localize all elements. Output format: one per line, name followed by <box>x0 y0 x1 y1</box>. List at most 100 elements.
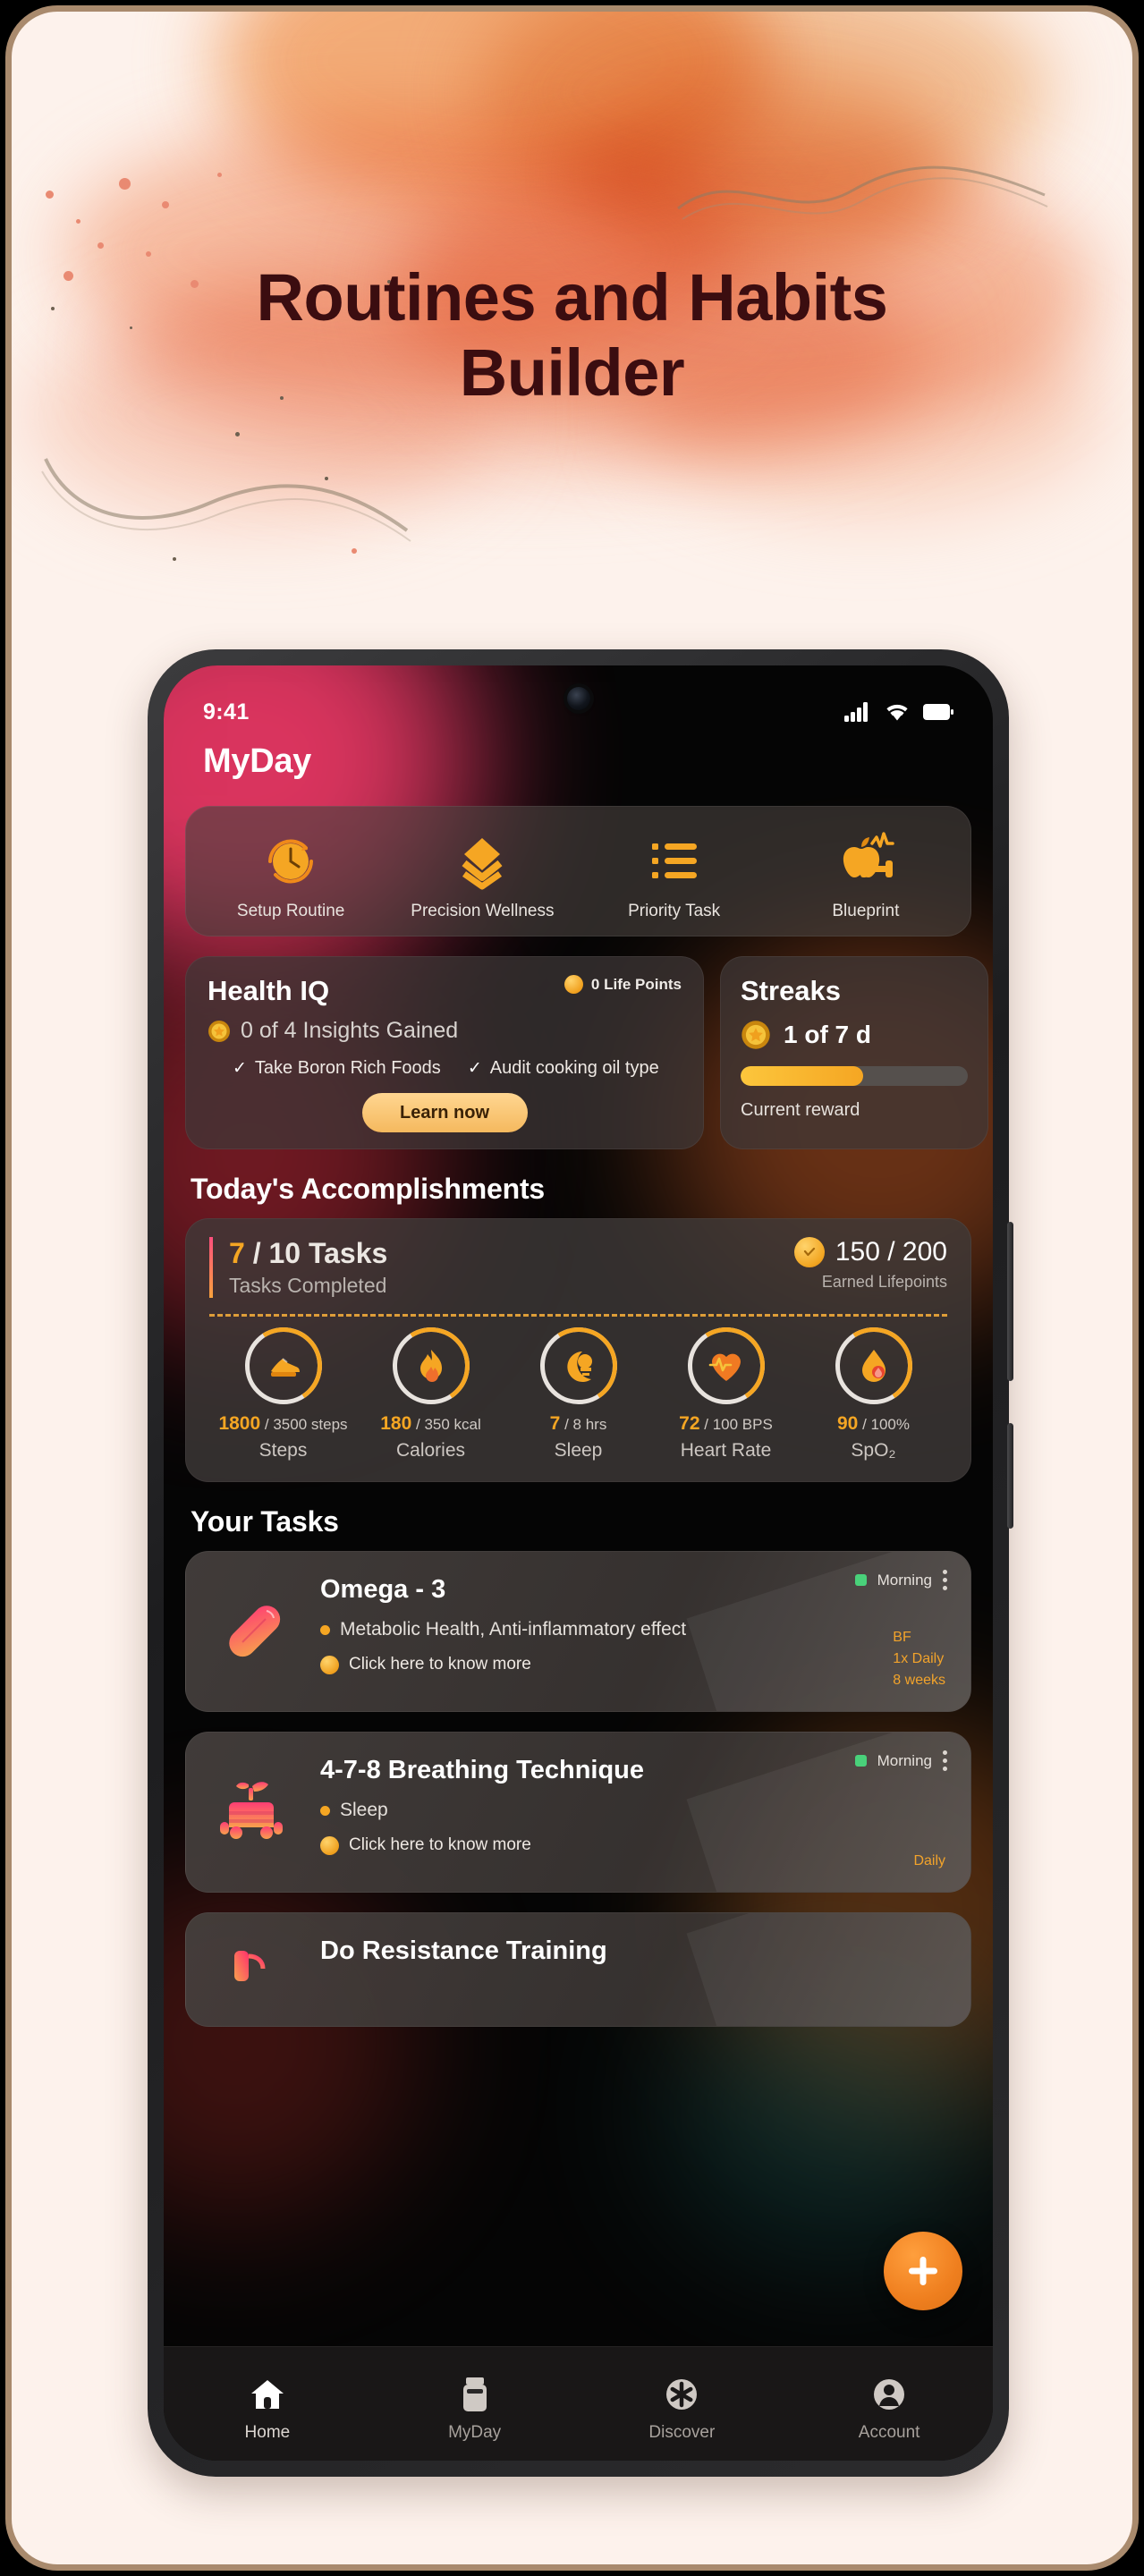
task-benefit-text: Sleep <box>340 1800 388 1820</box>
tasks-heading: Your Tasks <box>191 1505 339 1538</box>
check-icon: ✓ <box>233 1059 247 1078</box>
dumbbell-icon <box>208 1933 301 2004</box>
home-icon <box>164 2370 371 2419</box>
tasks-progress: 7 / 10 Tasks Tasks Completed <box>209 1237 388 1298</box>
poster-card: Routines and Habits Builder 9:41 MyDay S… <box>5 5 1139 2571</box>
streaks-count: 1 of 7 d <box>784 1021 872 1048</box>
poster-title: Routines and Habits Builder <box>12 260 1132 410</box>
metrics-row: 1800 / 3500 steps Steps 180 / 350 kcal C… <box>209 1327 947 1462</box>
asterisk-icon <box>579 2370 786 2419</box>
nav-item-home[interactable]: Home <box>164 2370 371 2443</box>
blood-drop-icon <box>835 1327 912 1404</box>
streaks-count-row: 1 of 7 d <box>741 1020 968 1050</box>
metric-value: 1800 <box>218 1413 261 1434</box>
task-card[interactable]: Morning <box>185 1551 971 1712</box>
task-time-tag: Morning <box>877 1571 932 1589</box>
insight-chips: ✓ Take Boron Rich Foods ✓ Audit cooking … <box>208 1058 682 1079</box>
quick-action-label: Priority Task <box>628 902 721 920</box>
metric-target: / 100 BPS <box>704 1416 773 1433</box>
metric-label: Steps <box>258 1440 308 1461</box>
nav-label: Discover <box>648 2423 716 2442</box>
task-name: Do Resistance Training <box>320 1936 607 1965</box>
insight-chip[interactable]: ✓ Audit cooking oil type <box>468 1058 659 1079</box>
metric-label: Calories <box>395 1440 466 1461</box>
metric-steps[interactable]: 1800 / 3500 steps Steps <box>209 1327 357 1462</box>
phone-power-button[interactable] <box>1007 1222 1013 1381</box>
lifepoint-coin-icon <box>320 1835 339 1855</box>
metric-spo2[interactable]: 90 / 100% SpO₂ <box>800 1327 947 1462</box>
flame-icon <box>392 1327 470 1404</box>
metric-sleep[interactable]: 7 / 8 hrs Sleep <box>504 1327 652 1462</box>
task-meta-line2: Daily <box>913 1853 945 1868</box>
status-dot-icon <box>854 1574 867 1586</box>
tasks-total-count: / 10 Tasks <box>252 1237 388 1269</box>
metric-label: Heart Rate <box>680 1440 772 1461</box>
add-task-fab[interactable] <box>884 2232 962 2310</box>
streaks-card[interactable]: Streaks 1 of 7 d Current reward <box>720 956 988 1149</box>
divider <box>209 1314 947 1317</box>
front-camera-icon <box>566 687 590 710</box>
quick-action-blueprint[interactable]: Blueprint <box>770 826 962 921</box>
task-schedule-meta: Daily <box>913 1851 945 1872</box>
task-more-link[interactable]: Click here to know more <box>320 1655 949 1674</box>
nav-item-discover[interactable]: Discover <box>579 2370 786 2443</box>
streaks-title: Streaks <box>741 975 842 1006</box>
task-benefit: Metabolic Health, Anti-inflammatory effe… <box>320 1619 949 1640</box>
quick-action-priority-task[interactable]: Priority Task <box>579 826 770 921</box>
metric-heart-rate[interactable]: 72 / 100 BPS Heart Rate <box>652 1327 800 1462</box>
insight-chip-label: Audit cooking oil type <box>489 1058 659 1078</box>
poster-title-line2: Builder <box>459 335 685 410</box>
task-card[interactable]: Morning <box>185 1732 971 1893</box>
scroll-content[interactable]: Setup Routine Precision Wellness Priorit… <box>164 806 993 2181</box>
task-card[interactable]: Do Resistance Training <box>185 1912 971 2027</box>
metric-value: 90 <box>836 1413 859 1434</box>
hero-banner: Routines and Habits Builder <box>12 12 1132 638</box>
task-menu-button[interactable] <box>943 1750 947 1771</box>
learn-now-button[interactable]: Learn now <box>361 1093 528 1132</box>
capsule-pill-icon <box>208 1572 301 1690</box>
task-more-text: Click here to know more <box>349 1835 531 1854</box>
life-points-value: 0 Life Points <box>590 975 682 993</box>
nav-label: Home <box>244 2423 291 2442</box>
quick-action-setup-routine[interactable]: Setup Routine <box>195 826 386 921</box>
badge-star-icon <box>741 1021 770 1049</box>
streaks-reward-note: Current reward <box>741 1100 860 1120</box>
quick-action-precision-wellness[interactable]: Precision Wellness <box>386 826 578 921</box>
lifepoints-label: Earned Lifepoints <box>821 1273 947 1291</box>
nav-item-myday[interactable]: MyDay <box>371 2370 579 2443</box>
nav-label: MyDay <box>448 2423 502 2442</box>
layers-chevron-icon <box>386 826 578 894</box>
bottle-icon <box>371 2370 579 2419</box>
task-more-link[interactable]: Click here to know more <box>320 1835 949 1855</box>
checklist-icon <box>579 826 770 894</box>
metric-calories[interactable]: 180 / 350 kcal Calories <box>357 1327 504 1462</box>
metric-value: 72 <box>679 1413 700 1434</box>
lifepoint-coin-icon <box>320 1655 339 1674</box>
check-icon: ✓ <box>467 1059 482 1078</box>
battery-icon <box>923 704 953 720</box>
insights-row: 0 of 4 Insights Gained <box>208 1018 682 1044</box>
heart-pulse-icon <box>687 1327 765 1404</box>
badge-star-icon <box>208 1020 230 1042</box>
task-time-tag: Morning <box>877 1751 932 1769</box>
clock-refresh-icon <box>195 826 386 894</box>
insights-text: 0 of 4 Insights Gained <box>241 1018 459 1043</box>
quick-action-label: Blueprint <box>832 902 900 920</box>
phone-screen: 9:41 MyDay Setup Routine Precision Welln… <box>164 665 993 2461</box>
life-points-badge: 0 Life Points <box>564 975 682 994</box>
metric-label: Sleep <box>554 1440 603 1461</box>
wifi-icon <box>886 704 908 720</box>
quick-action-label: Setup Routine <box>236 902 345 920</box>
phone-volume-button[interactable] <box>1007 1423 1013 1529</box>
health-iq-card[interactable]: Health IQ 0 Life Points 0 of 4 Insights … <box>185 956 704 1149</box>
streaks-progress-bar <box>741 1066 968 1086</box>
nav-item-account[interactable]: Account <box>785 2370 993 2443</box>
moon-sleep-icon <box>539 1327 617 1404</box>
quick-actions-bar: Setup Routine Precision Wellness Priorit… <box>185 806 971 936</box>
shoe-icon <box>244 1327 322 1404</box>
person-icon <box>785 2370 993 2419</box>
insight-chip[interactable]: ✓ Take Boron Rich Foods <box>233 1058 441 1079</box>
task-menu-button[interactable] <box>943 1570 947 1590</box>
lifepoints-progress: 150 / 200 Earned Lifepoints <box>793 1237 947 1292</box>
accomplishments-card[interactable]: 7 / 10 Tasks Tasks Completed 150 / 200 E… <box>185 1218 971 1482</box>
